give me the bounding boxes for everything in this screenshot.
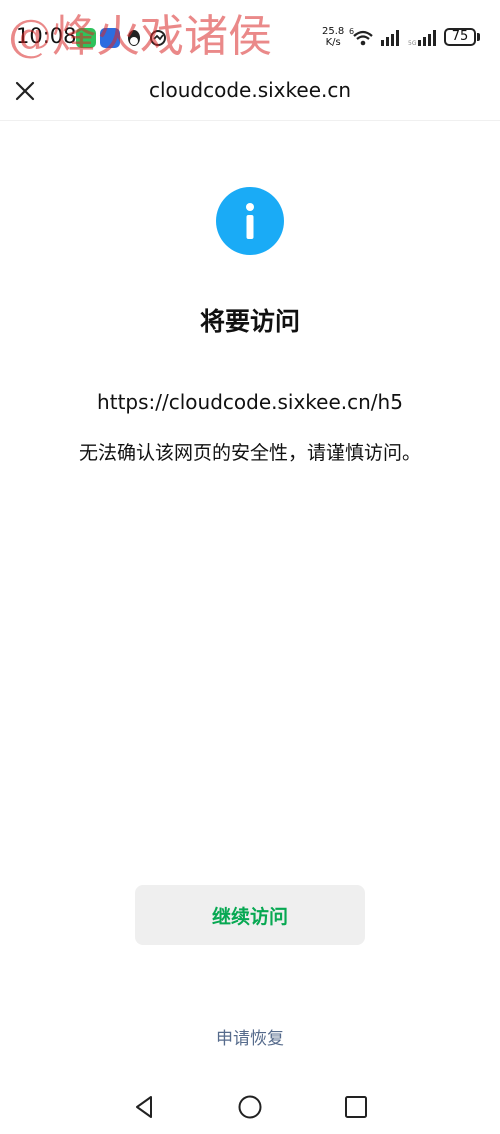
back-icon[interactable]: [129, 1092, 159, 1122]
svg-text:6: 6: [349, 27, 354, 36]
system-nav-bar: [0, 1080, 500, 1134]
target-url: https://cloudcode.sixkee.cn/h5: [97, 390, 403, 414]
signal-icon: [381, 30, 399, 46]
battery-tip: [477, 33, 480, 41]
page: 10:08 @烽火戏诸侯 25.8 K/s 6 5G 75 cloudcode.…: [0, 0, 500, 1134]
page-title: cloudcode.sixkee.cn: [148, 78, 352, 102]
network-speed: 25.8 K/s: [322, 26, 344, 48]
top-bar: cloudcode.sixkee.cn: [0, 66, 500, 121]
info-icon: [216, 187, 284, 255]
battery-indicator: 75: [444, 28, 476, 46]
home-icon[interactable]: [235, 1092, 265, 1122]
network-speed-value: 25.8: [322, 26, 345, 37]
request-recovery-link[interactable]: 申请恢复: [0, 1024, 500, 1049]
watermark-text: @烽火戏诸侯: [8, 11, 272, 62]
security-warning: 无法确认该网页的安全性，请谨慎访问。: [78, 442, 421, 464]
network-speed-unit: K/s: [325, 37, 341, 48]
recents-icon[interactable]: [341, 1092, 371, 1122]
headline: 将要访问: [199, 307, 300, 336]
status-bar: 10:08 @烽火戏诸侯 25.8 K/s 6 5G 75: [0, 0, 500, 66]
svg-text:5G: 5G: [408, 40, 417, 47]
continue-visit-button[interactable]: 继续访问: [135, 885, 365, 945]
signal-2-icon: 5G: [408, 30, 436, 47]
wifi-icon: 6: [349, 27, 373, 46]
